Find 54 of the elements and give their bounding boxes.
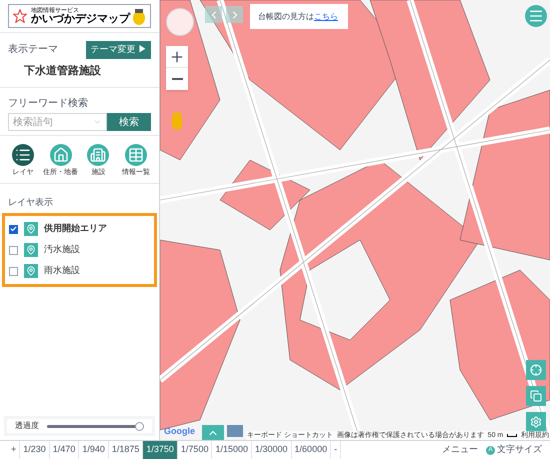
settings-button[interactable] (526, 412, 546, 432)
map-pin-icon (24, 243, 38, 257)
back-button[interactable] (205, 6, 222, 23)
layer-label: 雨水施設 (44, 264, 80, 278)
scale-option[interactable]: 1/230 (20, 441, 50, 459)
layer-checkbox[interactable] (9, 266, 18, 276)
mascot-icon (132, 7, 146, 25)
scale-option[interactable]: - (331, 441, 342, 459)
theme-name: 下水道管路施設 (23, 64, 102, 78)
search-input[interactable]: 検索語句 (13, 114, 94, 130)
search-button[interactable]: 検索 (107, 113, 151, 131)
notice-link[interactable]: こちら (314, 12, 338, 20)
search-field[interactable]: 検索語句 (8, 113, 107, 131)
theme-label: 表示テーマ (8, 42, 58, 58)
google-logo: Google (164, 427, 195, 436)
map-pin-icon (24, 222, 38, 236)
layer-checkbox[interactable] (9, 246, 18, 254)
search-label: フリーワード検索 (8, 96, 89, 111)
opacity-slider[interactable] (47, 421, 144, 431)
scale-option[interactable]: + (8, 441, 20, 459)
theme-change-button[interactable]: テーマ変更 ▶ (86, 41, 151, 58)
scale-option[interactable]: 1/7500 (178, 441, 212, 459)
star-icon (13, 9, 27, 23)
opacity-label: 透過度 (15, 420, 39, 432)
table-icon (128, 147, 144, 163)
forward-button[interactable] (226, 6, 243, 23)
scale-option[interactable]: 1/940 (79, 441, 109, 459)
home-icon (52, 147, 69, 163)
minus-icon (172, 78, 182, 80)
menu-icon (528, 8, 544, 24)
layers-button[interactable] (526, 386, 546, 406)
map-pin-icon (24, 264, 38, 278)
building-icon (90, 147, 106, 163)
layer-label: 供用開始エリア (44, 222, 107, 236)
layer-label: 汚水施設 (44, 243, 80, 256)
menu-link[interactable]: メニュー (442, 443, 478, 457)
layers-icon (530, 390, 542, 402)
scale-option[interactable]: 1/15000 (212, 441, 252, 459)
layers-label: レイヤ表示 (8, 196, 54, 208)
street-view-button[interactable] (202, 425, 224, 440)
notice-text: 台帳図の見方はこちら (258, 10, 338, 22)
layer-checkbox[interactable] (9, 224, 18, 234)
logo-title: かいづかデジマップ (31, 14, 132, 24)
scale-option[interactable]: 1/3750 (143, 441, 178, 459)
crosshair-icon (530, 364, 542, 376)
dropdown-icon (92, 118, 102, 126)
scale-bar (507, 434, 518, 437)
list-icon (14, 147, 31, 163)
plus-icon (169, 48, 185, 64)
scale-option[interactable]: 1/470 (50, 441, 80, 459)
scale-option[interactable]: 1/30000 (252, 441, 292, 459)
settings-icon (530, 416, 542, 428)
scale-option[interactable]: 1/60000 (292, 441, 332, 459)
crosshair-button[interactable] (526, 360, 546, 380)
